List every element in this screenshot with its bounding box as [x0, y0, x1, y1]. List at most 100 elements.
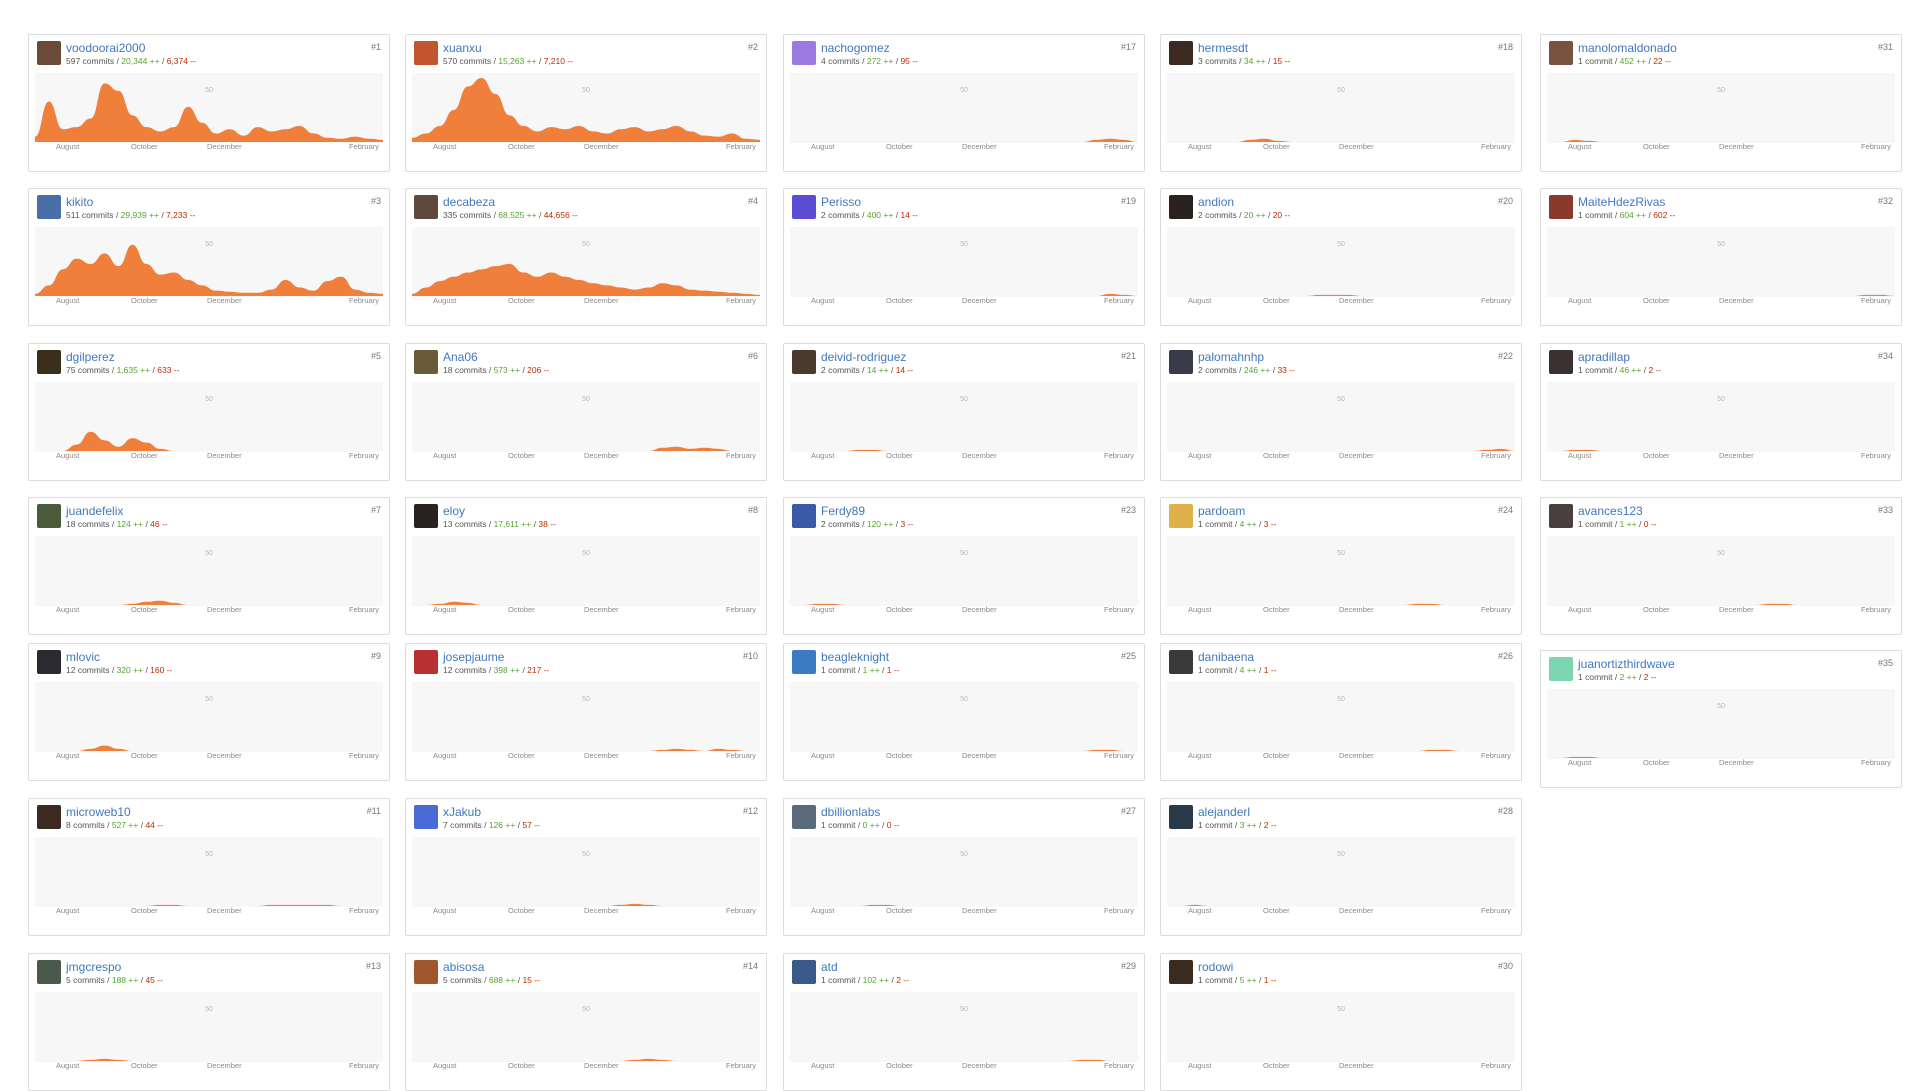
- commits-count: 1 commit: [1578, 56, 1613, 66]
- avatar[interactable]: [1169, 960, 1193, 984]
- contributor-username-link[interactable]: pardoam: [1198, 505, 1245, 518]
- contributor-card: palomahnhp 2 commits / 246 ++ / 33 -- #2…: [1160, 343, 1522, 481]
- deletions-count: 7,210 --: [543, 56, 573, 66]
- contributor-username-link[interactable]: deivid-rodriguez: [821, 351, 906, 364]
- activity-chart-svg: 50: [1547, 703, 1895, 758]
- contributor-username-link[interactable]: dgilperez: [66, 351, 115, 364]
- avatar[interactable]: [37, 350, 61, 374]
- contributor-username-link[interactable]: andion: [1198, 196, 1234, 209]
- avatar[interactable]: [37, 805, 61, 829]
- avatar[interactable]: [1169, 805, 1193, 829]
- x-tick-label: October: [131, 906, 158, 915]
- x-tick-label: December: [207, 751, 242, 760]
- contributor-username-link[interactable]: abisosa: [443, 961, 484, 974]
- x-tick-label: October: [1263, 1061, 1290, 1070]
- contributor-username-link[interactable]: Perisso: [821, 196, 861, 209]
- deletions-count: 15 --: [1272, 56, 1291, 66]
- avatar[interactable]: [1169, 650, 1193, 674]
- contributor-stats: 1 commit / 4 ++ / 1 --: [1198, 665, 1276, 675]
- avatar[interactable]: [37, 195, 61, 219]
- avatar[interactable]: [1169, 195, 1193, 219]
- avatar[interactable]: [792, 41, 816, 65]
- contributor-username-link[interactable]: avances123: [1578, 505, 1643, 518]
- avatar[interactable]: [414, 960, 438, 984]
- avatar[interactable]: [414, 504, 438, 528]
- gridline-label: 50: [582, 1006, 590, 1013]
- activity-chart: 50: [790, 992, 1138, 1062]
- contributor-username-link[interactable]: hermesdt: [1198, 42, 1248, 55]
- avatar[interactable]: [1549, 41, 1573, 65]
- contributor-username-link[interactable]: microweb10: [66, 806, 131, 819]
- avatar[interactable]: [792, 805, 816, 829]
- contributor-username-link[interactable]: decabeza: [443, 196, 495, 209]
- avatar[interactable]: [37, 960, 61, 984]
- contributor-username-link[interactable]: palomahnhp: [1198, 351, 1264, 364]
- avatar[interactable]: [1549, 350, 1573, 374]
- contributor-username-link[interactable]: voodoorai2000: [66, 42, 145, 55]
- contributor-username-link[interactable]: beagleknight: [821, 651, 889, 664]
- avatar[interactable]: [1169, 41, 1193, 65]
- contributor-username-link[interactable]: rodowi: [1198, 961, 1233, 974]
- x-tick-label: August: [811, 1061, 835, 1070]
- avatar[interactable]: [792, 350, 816, 374]
- x-tick-label: December: [1339, 605, 1374, 614]
- x-tick-label: December: [1719, 451, 1754, 460]
- x-tick-label: October: [1263, 751, 1290, 760]
- contributor-username-link[interactable]: Ana06: [443, 351, 478, 364]
- activity-chart: 50: [1547, 73, 1895, 143]
- contributor-username-link[interactable]: atd: [821, 961, 838, 974]
- x-tick-label: February: [726, 1061, 757, 1070]
- avatar[interactable]: [414, 41, 438, 65]
- activity-chart-svg: 50: [1337, 1006, 1345, 1013]
- contributor-username-link[interactable]: juandefelix: [66, 505, 123, 518]
- gridline-label: 50: [205, 241, 213, 248]
- contributor-username-link[interactable]: Ferdy89: [821, 505, 865, 518]
- avatar[interactable]: [792, 960, 816, 984]
- avatar[interactable]: [414, 650, 438, 674]
- avatar[interactable]: [1549, 657, 1573, 681]
- avatar[interactable]: [792, 650, 816, 674]
- additions-count: 68,525 ++: [498, 210, 537, 220]
- contributor-username-link[interactable]: nachogomez: [821, 42, 890, 55]
- avatar[interactable]: [1549, 195, 1573, 219]
- contributor-username-link[interactable]: kikito: [66, 196, 93, 209]
- x-tick-label: December: [584, 751, 619, 760]
- avatar[interactable]: [414, 195, 438, 219]
- deletions-count: 14 --: [895, 365, 914, 375]
- contributor-username-link[interactable]: josepjaume: [443, 651, 504, 664]
- contributor-header: apradillap 1 commit / 46 ++ / 2 -- #34: [1549, 350, 1893, 378]
- avatar[interactable]: [37, 41, 61, 65]
- x-tick-label: February: [349, 451, 380, 460]
- avatar[interactable]: [414, 805, 438, 829]
- contributor-username-link[interactable]: mlovic: [66, 651, 100, 664]
- x-axis: August October December February: [35, 450, 383, 462]
- contributor-username-link[interactable]: xuanxu: [443, 42, 482, 55]
- avatar[interactable]: [1549, 504, 1573, 528]
- avatar[interactable]: [414, 350, 438, 374]
- avatar[interactable]: [792, 504, 816, 528]
- contributor-username-link[interactable]: jmgcrespo: [66, 961, 121, 974]
- contributor-username-link[interactable]: juanortizthirdwave: [1578, 658, 1675, 671]
- contributor-username-link[interactable]: dbillionlabs: [821, 806, 880, 819]
- contributor-username-link[interactable]: alejanderl: [1198, 806, 1250, 819]
- contributor-username-link[interactable]: xJakub: [443, 806, 481, 819]
- avatar[interactable]: [1169, 504, 1193, 528]
- avatar[interactable]: [792, 195, 816, 219]
- avatar[interactable]: [37, 650, 61, 674]
- contributor-username-link[interactable]: MaiteHdezRivas: [1578, 196, 1665, 209]
- avatar[interactable]: [1169, 350, 1193, 374]
- commits-count: 2 commits: [821, 519, 860, 529]
- contributor-username-link[interactable]: apradillap: [1578, 351, 1630, 364]
- gridline-label: 50: [205, 87, 213, 94]
- contributor-username-link[interactable]: manolomaldonado: [1578, 42, 1677, 55]
- avatar[interactable]: [37, 504, 61, 528]
- x-tick-label: February: [349, 1061, 380, 1070]
- contributor-card: xuanxu 570 commits / 15,263 ++ / 7,210 -…: [405, 34, 767, 172]
- x-tick-label: August: [1568, 451, 1592, 460]
- contributor-username-link[interactable]: danibaena: [1198, 651, 1254, 664]
- x-tick-label: February: [1481, 751, 1512, 760]
- x-tick-label: December: [584, 906, 619, 915]
- x-tick-label: October: [1643, 142, 1670, 151]
- contributor-username-link[interactable]: eloy: [443, 505, 465, 518]
- contributor-header: pardoam 1 commit / 4 ++ / 3 -- #24: [1169, 504, 1513, 532]
